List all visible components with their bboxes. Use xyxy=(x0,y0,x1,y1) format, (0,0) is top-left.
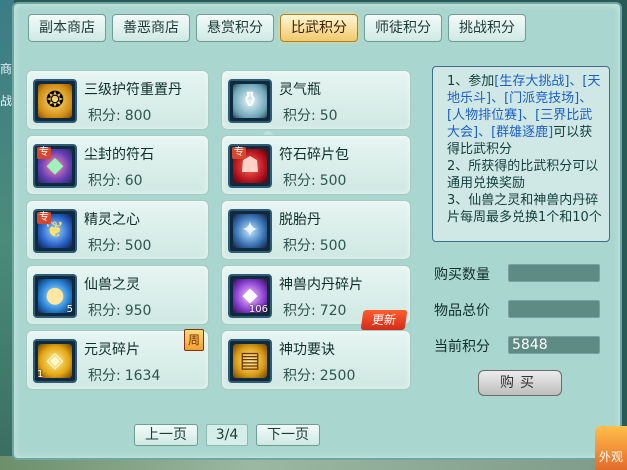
shop-item[interactable]: ❂ 三级护符重置丹 积分: 800 xyxy=(26,70,209,130)
next-page-button[interactable]: 下一页 xyxy=(256,424,320,446)
prev-page-button[interactable]: 上一页 xyxy=(134,424,198,446)
rebirth-pill-icon: ✦ xyxy=(233,214,267,248)
tab-karma-shop[interactable]: 善恶商店 xyxy=(112,14,190,42)
item-icon-frame: ❦ 专 xyxy=(33,209,77,253)
martial-manual-icon: ▤ xyxy=(233,344,267,378)
update-tag: 更新 xyxy=(360,310,408,330)
exclusive-badge: 专 xyxy=(37,212,51,224)
shop-item[interactable]: ▤ 神功要诀 积分: 2500 xyxy=(221,330,411,390)
appearance-button[interactable]: 外观 xyxy=(595,426,627,470)
item-price: 积分: 1634 xyxy=(88,368,161,384)
shop-item[interactable]: ✦ 脱胎丹 积分: 500 xyxy=(221,200,411,260)
tab-dungeon-shop[interactable]: 副本商店 xyxy=(28,14,106,42)
item-name: 精灵之心 xyxy=(84,212,140,228)
gold-amulet-icon: ❂ xyxy=(38,84,72,118)
shop-item[interactable]: ⚱ 灵气瓶 积分: 50 xyxy=(221,70,411,130)
exclusive-badge: 专 xyxy=(37,147,51,159)
info-line-1: 1、参加[生存大挑战]、[天地乐斗]、[门派竞技场]、[人物排位赛]、[三界比武… xyxy=(447,74,601,157)
item-name: 仙兽之灵 xyxy=(84,277,140,293)
quantity-label: 购买数量 xyxy=(434,267,490,283)
item-icon-frame: ⬥ 106 xyxy=(228,274,272,318)
shop-item[interactable]: ☗ 专 符石碎片包 积分: 500 xyxy=(221,135,411,195)
item-name: 三级护符重置丹 xyxy=(84,82,182,98)
item-stack-count: 1 xyxy=(37,369,44,380)
item-icon-frame: ❂ xyxy=(33,79,77,123)
item-name: 元灵碎片 xyxy=(84,342,140,358)
shop-item[interactable]: ● 5 仙兽之灵 积分: 950 xyxy=(26,265,209,325)
item-price: 积分: 500 xyxy=(283,173,347,189)
item-price: 积分: 500 xyxy=(88,238,152,254)
item-icon-frame: ◆ 专 xyxy=(33,144,77,188)
item-price: 积分: 500 xyxy=(283,238,347,254)
background-glyph-1: 商 xyxy=(0,62,13,76)
exclusive-badge: 专 xyxy=(232,147,246,159)
item-stack-count: 106 xyxy=(248,304,268,315)
weekly-tag: 周 xyxy=(184,329,204,351)
item-price: 积分: 50 xyxy=(283,108,338,124)
item-name: 尘封的符石 xyxy=(84,147,154,163)
item-price: 积分: 800 xyxy=(88,108,152,124)
item-price: 积分: 2500 xyxy=(283,368,356,384)
background-glyph-2: 战 xyxy=(0,94,13,108)
item-name: 神功要诀 xyxy=(279,342,335,358)
current-points-label: 当前积分 xyxy=(434,339,490,355)
item-grid: ❂ 三级护符重置丹 积分: 800 ⚱ 灵气瓶 积分: 50 ◆ 专 尘封的符石 积… xyxy=(26,70,412,392)
item-price: 积分: 60 xyxy=(88,173,143,189)
item-name: 神兽内丹碎片 xyxy=(279,277,363,293)
item-icon-frame: ⚱ xyxy=(228,79,272,123)
total-price-field xyxy=(508,300,600,318)
tab-mentor-points[interactable]: 师徒积分 xyxy=(364,14,442,42)
item-icon-frame: ◈ 1 xyxy=(33,339,77,383)
buy-button[interactable]: 购买 xyxy=(478,370,562,396)
pagination: 上一页 3/4 下一页 xyxy=(134,424,320,446)
item-icon-frame: ✦ xyxy=(228,209,272,253)
tab-duel-points[interactable]: 比武积分 xyxy=(280,14,358,42)
shop-item[interactable]: ⬥ 106 神兽内丹碎片 积分: 720 更新 xyxy=(221,265,411,330)
item-stack-count: 5 xyxy=(66,304,73,315)
item-name: 脱胎丹 xyxy=(279,212,321,228)
shop-item[interactable]: ❦ 专 精灵之心 积分: 500 xyxy=(26,200,209,260)
info-line-2: 2、所获得的比武积分可以通用兑换奖励 xyxy=(447,159,599,191)
item-icon-frame: ☗ 专 xyxy=(228,144,272,188)
page-indicator: 3/4 xyxy=(206,424,248,446)
item-icon-frame: ● 5 xyxy=(33,274,77,318)
shop-tabs: 副本商店 善恶商店 悬赏积分 比武积分 师徒积分 挑战积分 xyxy=(28,14,526,42)
info-line-3: 3、仙兽之灵和神兽内丹碎片每周最多兑换1个和10个 xyxy=(447,193,602,225)
quantity-input[interactable] xyxy=(508,264,600,282)
item-name: 符石碎片包 xyxy=(279,147,349,163)
current-points-field: 5848 xyxy=(508,336,600,354)
shop-item[interactable]: ◈ 1 元灵碎片 积分: 1634 周 xyxy=(26,329,209,390)
item-icon-frame: ▤ xyxy=(228,339,272,383)
shop-item[interactable]: ◆ 专 尘封的符石 积分: 60 xyxy=(26,135,209,195)
tab-challenge-points[interactable]: 挑战积分 xyxy=(448,14,526,42)
item-name: 灵气瓶 xyxy=(279,82,321,98)
total-price-label: 物品总价 xyxy=(434,303,490,319)
tab-bounty-points[interactable]: 悬赏积分 xyxy=(196,14,274,42)
item-price: 积分: 720 xyxy=(283,303,347,319)
spirit-bottle-icon: ⚱ xyxy=(233,84,267,118)
duel-points-info-box: 1、参加[生存大挑战]、[天地乐斗]、[门派竞技场]、[人物排位赛]、[三界比武… xyxy=(432,66,610,242)
item-price: 积分: 950 xyxy=(88,303,152,319)
